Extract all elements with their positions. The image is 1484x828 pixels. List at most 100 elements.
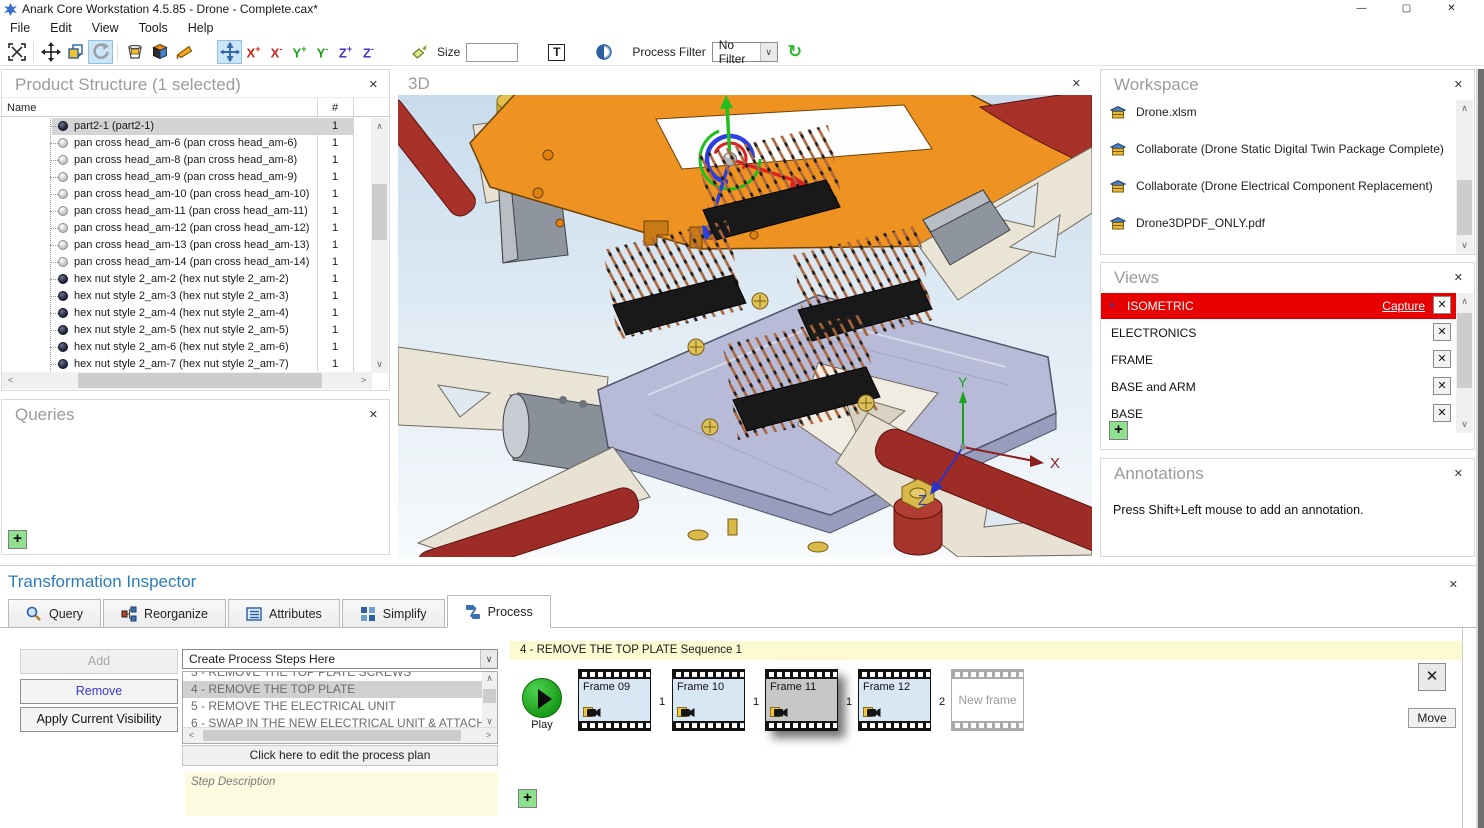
workspace-scrollbar[interactable]: ∧ ∨ xyxy=(1456,100,1473,254)
y-minus-button[interactable]: Y- xyxy=(311,44,334,60)
steps-horizontal-scrollbar[interactable]: < > xyxy=(183,727,497,743)
menu-edit[interactable]: Edit xyxy=(40,19,82,37)
tree-row[interactable]: pan cross head_am-13 (pan cross head_am-… xyxy=(2,237,372,254)
drone-3d-scene[interactable]: Y X Z xyxy=(398,95,1092,557)
new-frame-button[interactable]: New frame xyxy=(951,669,1024,731)
tab-reorganize[interactable]: Reorganize xyxy=(103,599,226,628)
rotate-tool-icon[interactable] xyxy=(88,40,113,64)
frame-thumbnail-09[interactable]: Frame 09 xyxy=(578,669,651,731)
minimize-icon[interactable]: — xyxy=(1339,0,1384,17)
view-item-base[interactable]: BASE ✕ xyxy=(1101,401,1457,427)
menu-file[interactable]: File xyxy=(0,19,40,37)
maximize-icon[interactable]: ▢ xyxy=(1384,0,1429,17)
close-icon[interactable]: ✕ xyxy=(1072,77,1081,90)
delete-view-icon[interactable]: ✕ xyxy=(1433,323,1451,341)
view-item-base-and-arm[interactable]: BASE and ARM ✕ xyxy=(1101,374,1457,400)
tree-row[interactable]: hex nut style 2_am-7 (hex nut style 2_am… xyxy=(2,356,372,373)
delete-frame-button[interactable]: ✕ xyxy=(1418,663,1446,691)
process-steps-combo[interactable]: Create Process Steps Here ∨ xyxy=(182,649,498,669)
apply-visibility-button[interactable]: Apply Current Visibility xyxy=(20,707,178,732)
z-plus-button[interactable]: Z+ xyxy=(334,44,357,60)
contrast-icon[interactable] xyxy=(591,40,616,64)
add-query-button[interactable]: + xyxy=(8,530,27,549)
edit-process-plan-button[interactable]: Click here to edit the process plan xyxy=(182,745,498,766)
menu-view[interactable]: View xyxy=(82,19,129,37)
tree-row[interactable]: pan cross head_am-6 (pan cross head_am-6… xyxy=(2,135,372,152)
add-view-button[interactable]: + xyxy=(1109,421,1128,440)
tab-query[interactable]: Query xyxy=(8,599,101,628)
tree-horizontal-scrollbar[interactable]: < > xyxy=(2,372,372,389)
text-tool-icon[interactable]: T xyxy=(544,40,569,64)
close-icon[interactable]: ✕ xyxy=(369,78,378,91)
move-tool-icon[interactable] xyxy=(38,40,63,64)
close-icon[interactable]: ✕ xyxy=(369,408,378,421)
chevron-down-icon[interactable]: ∨ xyxy=(480,650,497,668)
tree-row[interactable]: pan cross head_am-8 (pan cross head_am-8… xyxy=(2,152,372,169)
close-icon[interactable]: ✕ xyxy=(1449,578,1458,591)
process-filter-select[interactable]: No Filter ∨ xyxy=(712,42,778,62)
close-icon[interactable]: ✕ xyxy=(1454,467,1463,480)
tab-simplify[interactable]: Simplify xyxy=(342,599,445,628)
step-option[interactable]: 3 - REMOVE THE TOP PLATE SCREWS xyxy=(183,672,482,681)
frame-thumbnail-10[interactable]: Frame 10 xyxy=(672,669,745,731)
workspace-item[interactable]: Drone.xlsm xyxy=(1109,104,1197,120)
tree-row[interactable]: hex nut style 2_am-3 (hex nut style 2_am… xyxy=(2,288,372,305)
view-item-frame[interactable]: FRAME ✕ xyxy=(1101,347,1457,373)
step-option[interactable]: 5 - REMOVE THE ELECTRICAL UNIT xyxy=(183,698,482,715)
tree-vertical-scrollbar[interactable]: ∧ ∨ xyxy=(371,118,388,373)
translate-manipulator-icon[interactable] xyxy=(217,40,242,64)
tree-row[interactable]: hex nut style 2_am-2 (hex nut style 2_am… xyxy=(2,271,372,288)
workspace-item[interactable]: Drone3DPDF_ONLY.pdf xyxy=(1109,215,1265,231)
play-button[interactable] xyxy=(522,678,562,718)
workspace-item[interactable]: Collaborate (Drone Static Digital Twin P… xyxy=(1109,141,1444,157)
view-item-isometric[interactable]: ► ISOMETRIC Capture ✕ xyxy=(1101,293,1457,319)
step-description-field[interactable]: Step Description xyxy=(185,772,498,816)
tab-process[interactable]: Process xyxy=(447,595,551,628)
tab-attributes[interactable]: Attributes xyxy=(228,599,340,628)
steps-vertical-scrollbar[interactable]: ∧ ∨ xyxy=(482,672,497,728)
frame-thumbnail-12[interactable]: Frame 12 xyxy=(858,669,931,731)
tree-row[interactable]: part2-1 (part2-1)1 xyxy=(2,118,372,135)
tree-row[interactable]: pan cross head_am-10 (pan cross head_am-… xyxy=(2,186,372,203)
views-scrollbar[interactable]: ∧ ∨ xyxy=(1456,293,1473,433)
capture-link[interactable]: Capture xyxy=(1382,299,1425,313)
flag-icon[interactable] xyxy=(172,40,197,64)
chevron-down-icon[interactable]: ∨ xyxy=(760,43,777,61)
y-plus-button[interactable]: Y+ xyxy=(288,44,311,60)
window-edge-scrollbar[interactable] xyxy=(1476,69,1484,828)
menu-help[interactable]: Help xyxy=(178,19,224,37)
fit-view-icon[interactable] xyxy=(4,40,29,64)
x-plus-button[interactable]: X+ xyxy=(242,44,265,60)
tree-row[interactable]: pan cross head_am-14 (pan cross head_am-… xyxy=(2,254,372,271)
delete-view-icon[interactable]: ✕ xyxy=(1433,377,1451,395)
x-minus-button[interactable]: X- xyxy=(265,44,288,60)
view-item-electronics[interactable]: ELECTRONICS ✕ xyxy=(1101,320,1457,346)
add-step-button[interactable]: + xyxy=(518,789,537,808)
menu-tools[interactable]: Tools xyxy=(129,19,178,37)
tree-row[interactable]: pan cross head_am-11 (pan cross head_am-… xyxy=(2,203,372,220)
delete-view-icon[interactable]: ✕ xyxy=(1433,296,1451,314)
pour-size-icon[interactable] xyxy=(406,40,431,64)
workspace-item[interactable]: Collaborate (Drone Electrical Component … xyxy=(1109,178,1433,194)
tree-row[interactable]: hex nut style 2_am-4 (hex nut style 2_am… xyxy=(2,305,372,322)
close-icon[interactable]: ✕ xyxy=(1429,0,1474,17)
z-minus-button[interactable]: Z- xyxy=(357,44,380,60)
cube-icon[interactable] xyxy=(147,40,172,64)
move-button[interactable]: Move xyxy=(1408,708,1456,728)
remove-button[interactable]: Remove xyxy=(20,679,178,704)
tree-row[interactable]: hex nut style 2_am-6 (hex nut style 2_am… xyxy=(2,339,372,356)
close-icon[interactable]: ✕ xyxy=(1454,78,1463,91)
size-input[interactable] xyxy=(466,43,518,62)
delete-view-icon[interactable]: ✕ xyxy=(1433,350,1451,368)
frame-thumbnail-11-selected[interactable]: Frame 11 xyxy=(765,669,838,731)
close-icon[interactable]: ✕ xyxy=(1454,271,1463,284)
refresh-icon[interactable]: ↻ xyxy=(788,42,802,62)
delete-view-icon[interactable]: ✕ xyxy=(1433,404,1451,422)
tree-row[interactable]: pan cross head_am-9 (pan cross head_am-9… xyxy=(2,169,372,186)
copy-layers-icon[interactable] xyxy=(63,40,88,64)
step-option-selected[interactable]: 4 - REMOVE THE TOP PLATE xyxy=(183,681,482,698)
add-button[interactable]: Add xyxy=(20,649,178,674)
tree-row[interactable]: hex nut style 2_am-5 (hex nut style 2_am… xyxy=(2,322,372,339)
tree-row[interactable]: pan cross head_am-12 (pan cross head_am-… xyxy=(2,220,372,237)
bucket-icon[interactable] xyxy=(122,40,147,64)
